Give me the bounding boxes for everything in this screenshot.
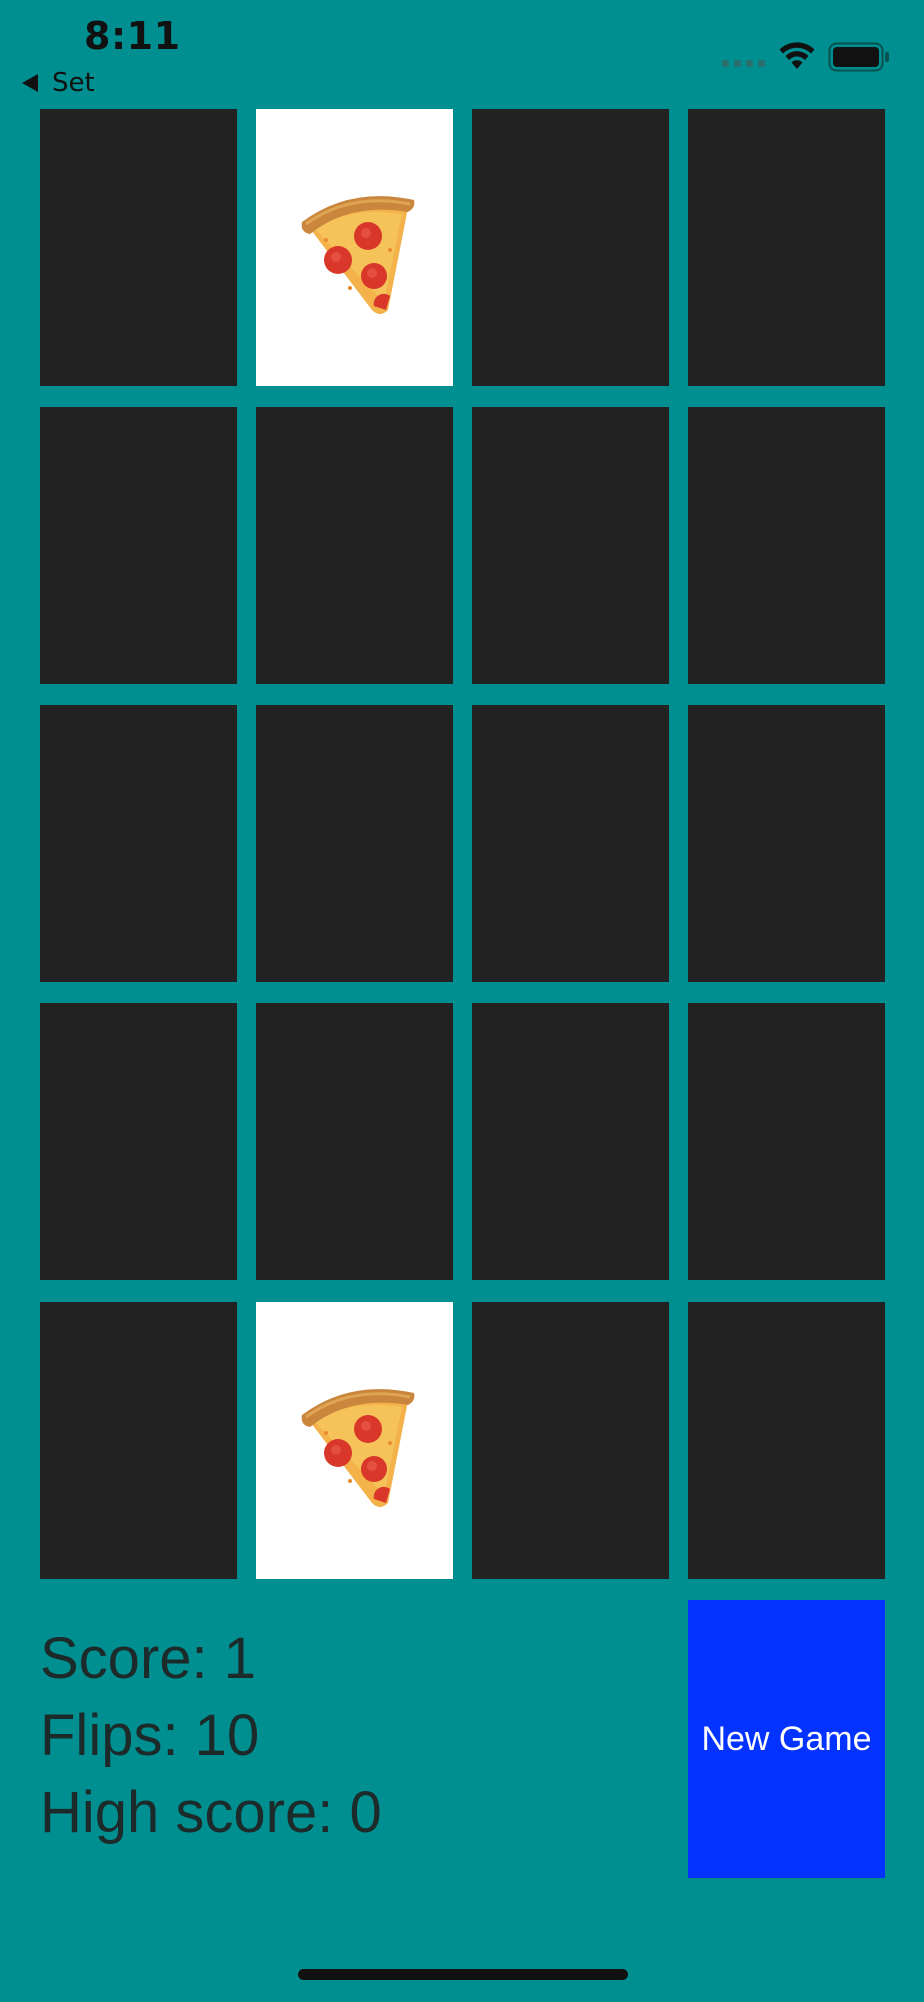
- card-face-down[interactable]: [472, 109, 669, 386]
- cellular-signal-icon: [722, 60, 765, 67]
- card-face-down[interactable]: [40, 1003, 237, 1280]
- card-face-up[interactable]: [256, 1302, 453, 1579]
- battery-icon: [828, 42, 889, 72]
- card-face-down[interactable]: [472, 1003, 669, 1280]
- back-button[interactable]: Set: [22, 66, 95, 100]
- card-face-down[interactable]: [688, 407, 885, 684]
- card-face-down[interactable]: [40, 109, 237, 386]
- card-face-down[interactable]: [688, 109, 885, 386]
- card-face-down[interactable]: [472, 1302, 669, 1579]
- card-face-down[interactable]: [688, 705, 885, 982]
- pizza-icon: [301, 1388, 414, 1507]
- status-time: 8:11: [84, 14, 181, 58]
- card-face-down[interactable]: [256, 705, 453, 982]
- home-indicator[interactable]: [298, 1969, 628, 1980]
- back-arrow-icon: [22, 74, 38, 92]
- card-face-down[interactable]: [256, 407, 453, 684]
- wifi-icon: [779, 42, 815, 69]
- flips-label: Flips: 10: [40, 1703, 260, 1768]
- card-face-down[interactable]: [256, 1003, 453, 1280]
- pizza-icon: [301, 195, 414, 314]
- card-face-down[interactable]: [688, 1003, 885, 1280]
- high-score-label: High score: 0: [40, 1780, 382, 1845]
- card-face-down[interactable]: [40, 1302, 237, 1579]
- card-face-up[interactable]: [256, 109, 453, 386]
- score-label: Score: 1: [40, 1626, 256, 1691]
- card-face-down[interactable]: [688, 1302, 885, 1579]
- card-face-down[interactable]: [472, 705, 669, 982]
- card-face-down[interactable]: [40, 705, 237, 982]
- back-label: Set: [52, 68, 95, 98]
- card-face-down[interactable]: [40, 407, 237, 684]
- new-game-button[interactable]: New Game: [688, 1600, 885, 1878]
- card-face-down[interactable]: [472, 407, 669, 684]
